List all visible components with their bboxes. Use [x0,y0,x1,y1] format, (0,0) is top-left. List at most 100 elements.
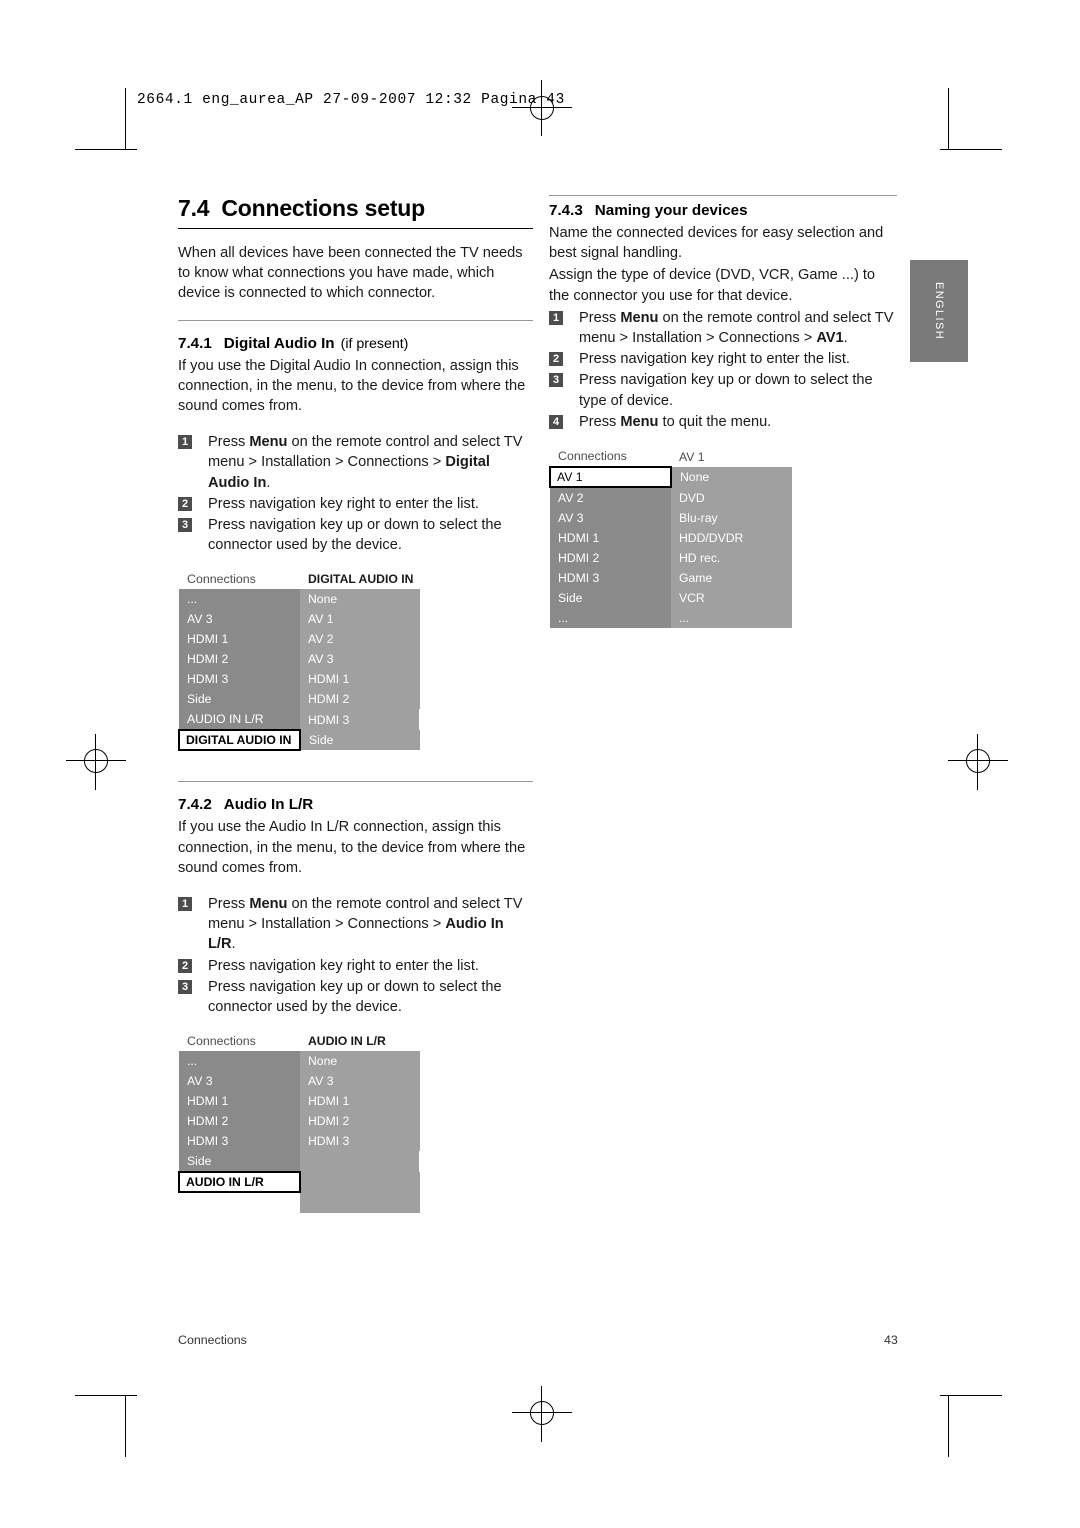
osd-row[interactable]: AV 2 DVD [550,487,792,509]
osd-row[interactable]: HDMI 2 HDMI 2 [179,1111,420,1132]
osd-cell-value[interactable]: Blu-ray [671,508,792,529]
osd-header-left: Connections [179,1031,300,1052]
osd-menu-audio-in-lr[interactable]: Connections AUDIO IN L/R ... None AV 3 AV … [178,1031,421,1214]
crop-mark-top-left-horizontal [75,149,137,150]
language-tab-label: ENGLISH [933,281,945,341]
osd-cell-connector[interactable]: HDMI 3 [550,568,671,589]
osd-row[interactable]: AV 3 AV 1 [179,609,420,630]
osd-cell-value[interactable] [300,1151,420,1173]
osd-cell-value[interactable]: HDD/DVDR [671,528,792,549]
osd-row[interactable]: HDMI 2 AV 3 [179,649,420,670]
subsection-1-title: Digital Audio In [223,334,335,352]
osd-cell-value[interactable]: HDMI 3 [300,709,420,731]
osd-cell-connector[interactable]: ... [550,608,671,629]
osd-cell-value[interactable]: None [671,467,792,488]
crop-mark-top-left-vertical [125,88,126,150]
osd-cell-value[interactable]: HDMI 2 [300,689,420,710]
osd-cell-value[interactable]: VCR [671,588,792,609]
osd-cell-connector[interactable]: AV 2 [550,487,671,509]
step-number-badge: 2 [178,496,192,511]
osd-menu-naming-devices[interactable]: Connections AV 1 AV 1 None AV 2 DVD AV 3 Bl… [549,446,793,629]
osd-row[interactable]: HDMI 1 HDD/DVDR [550,528,792,549]
osd-row[interactable]: ...... [550,608,792,629]
osd-cell-connector[interactable]: AUDIO IN L/R [179,709,300,731]
osd-row[interactable]: Side HDMI 2 [179,689,420,710]
crop-mark-bottom-left-horizontal [75,1395,137,1396]
osd-cell-value[interactable]: ... [671,608,792,629]
osd-cell-connector[interactable]: HDMI 1 [179,629,300,650]
osd-cell-value[interactable]: HDMI 1 [300,1091,420,1112]
osd-cell-connector[interactable]: AV 3 [179,1071,300,1092]
osd-cell-connector[interactable]: Side [550,588,671,609]
osd-row[interactable]: AV 3 AV 3 [179,1071,420,1092]
osd-row[interactable]: HDMI 3 Game [550,568,792,589]
osd-cell-connector-selected[interactable]: AUDIO IN L/R [178,1171,301,1194]
osd-row[interactable]: Side VCR [550,588,792,609]
osd-cell-value[interactable]: DVD [671,487,792,509]
subsection-3-heading: 7.4.3 Naming your devices [549,202,897,223]
osd-cell-connector[interactable]: Side [179,1151,300,1173]
step-item: 2 Press navigation key right to enter the… [549,349,897,369]
osd-cell-value[interactable]: AV 3 [300,1071,420,1092]
osd-cell-connector[interactable]: HDMI 3 [179,1131,300,1152]
osd-cell-value[interactable]: AV 3 [300,649,420,670]
step-number-badge: 4 [549,414,563,429]
subsection-3-divider [549,195,897,196]
intro-paragraph: When all devices have been connected the… [178,245,523,302]
osd-header-right: AV 1 [671,446,792,468]
osd-cell-value[interactable]: AV 1 [300,609,420,630]
step-text: Press [208,896,250,913]
osd-cell-connector[interactable]: HDMI 2 [179,649,300,670]
osd-cell-value[interactable]: None [300,589,420,610]
registration-mark-right [966,749,990,773]
crop-mark-bottom-left-vertical [125,1395,126,1457]
osd-cell-connector-selected[interactable]: AV 1 [549,466,672,489]
step-text: Press [579,413,621,430]
osd-row[interactable] [179,1192,420,1214]
osd-menu-digital-audio-in[interactable]: Connections DIGITAL AUDIO IN ... None AV … [178,569,421,752]
osd-cell-value[interactable]: HD rec. [671,548,792,569]
osd-cell-value[interactable] [300,1172,420,1193]
osd-row[interactable]: ... None [179,1051,420,1072]
osd-cell-connector[interactable]: ... [179,589,300,610]
osd-row-selected[interactable]: AUDIO IN L/R [178,1171,420,1194]
osd-row[interactable]: Side [179,1151,420,1173]
osd-cell-value[interactable]: Game [671,568,792,589]
osd-cell-connector[interactable]: HDMI 1 [179,1091,300,1112]
step-bold-term: Menu [620,413,659,430]
osd-cell-connector[interactable]: ... [179,1051,300,1072]
osd-row[interactable]: HDMI 3 HDMI 3 [179,1131,420,1152]
osd-cell-connector[interactable]: AV 3 [179,609,300,630]
osd-cell-value[interactable] [300,1192,420,1214]
osd-row[interactable]: HDMI 3 HDMI 1 [179,669,420,690]
osd-row[interactable]: ... None [179,589,420,610]
osd-cell-connector[interactable] [179,1192,300,1214]
osd-cell-value[interactable]: AV 2 [300,629,420,650]
osd-cell-value[interactable]: HDMI 2 [300,1111,420,1132]
osd-cell-value[interactable]: None [300,1051,420,1072]
osd-cell-connector[interactable]: AV 3 [550,508,671,529]
osd-cell-connector[interactable]: HDMI 1 [550,528,671,549]
osd-row[interactable]: AV 3 Blu-ray [550,508,792,529]
subsection-1-body: If you use the Digital Audio In connecti… [178,357,526,415]
step-bold-term: Menu [249,434,288,451]
step-text: Press [579,309,621,326]
subsection-1-divider [178,319,533,321]
osd-cell-connector[interactable]: HDMI 2 [550,548,671,569]
osd-cell-connector[interactable]: HDMI 2 [179,1111,300,1132]
step-text: Press navigation key right to enter the … [579,351,850,368]
osd-row[interactable]: HDMI 1 AV 2 [179,629,420,650]
osd-cell-connector[interactable]: Side [179,689,300,710]
title-divider [178,228,533,229]
osd-row[interactable]: HDMI 1 HDMI 1 [179,1091,420,1112]
osd-row[interactable]: HDMI 2 HD rec. [550,548,792,569]
osd-cell-value[interactable]: HDMI 1 [300,669,420,690]
osd-cell-connector[interactable]: HDMI 3 [179,669,300,690]
osd-row[interactable]: AUDIO IN L/R HDMI 3 [179,709,420,731]
osd-row-selected[interactable]: DIGITAL AUDIO IN Side [178,729,420,752]
osd-cell-connector-selected[interactable]: DIGITAL AUDIO IN [178,729,301,752]
osd-cell-value[interactable]: HDMI 3 [300,1131,420,1152]
osd-row-selected[interactable]: AV 1 None [549,466,792,489]
step-number-badge: 3 [178,518,192,533]
osd-cell-value[interactable]: Side [300,730,420,751]
